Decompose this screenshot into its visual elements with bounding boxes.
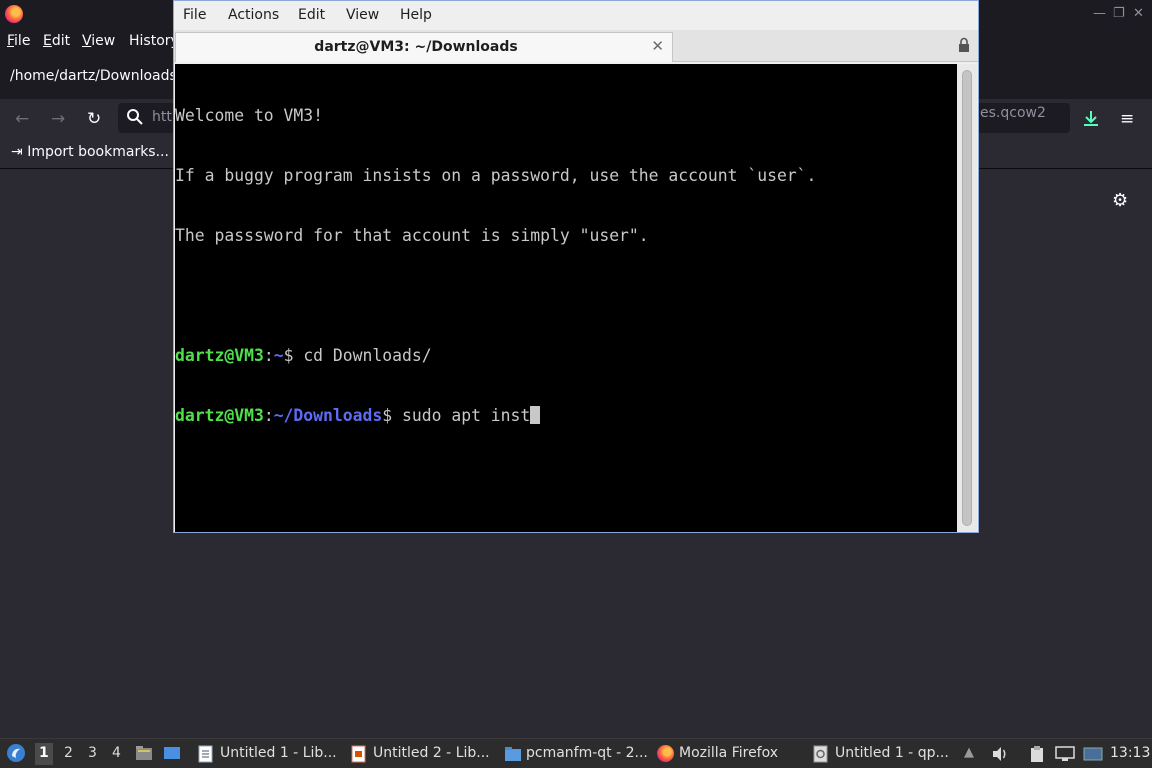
clock[interactable]: 13:13: [1110, 745, 1150, 761]
firefox-icon: [5, 5, 23, 23]
start-menu-icon[interactable]: [6, 743, 26, 763]
clipboard-icon[interactable]: [1029, 745, 1045, 763]
terminal-tab-title: dartz@VM3: ~/Downloads: [314, 39, 518, 55]
output-line: If a buggy program insists on a password…: [175, 166, 817, 185]
taskbar-task-writer[interactable]: Untitled 1 - Lib...: [198, 739, 338, 768]
prompt-command[interactable]: sudo apt inst: [402, 406, 530, 425]
close-icon[interactable]: ✕: [1133, 6, 1144, 21]
path-text: /home/dartz/Downloads/: [10, 68, 182, 84]
taskbar-task-firefox[interactable]: Mozilla Firefox: [657, 739, 797, 768]
workspace-3[interactable]: 3: [88, 745, 97, 761]
prompt-separator: :: [263, 346, 274, 365]
menu-edit[interactable]: Edit: [43, 33, 70, 49]
file-manager-icon[interactable]: [135, 745, 153, 761]
firefox-icon: [657, 745, 674, 762]
terminal-menubar: File Actions Edit View Help: [174, 1, 978, 30]
terminal-output[interactable]: Welcome to VM3! If a buggy program insis…: [175, 64, 957, 532]
url-text[interactable]: htt: [152, 109, 172, 125]
close-tab-icon[interactable]: ✕: [651, 37, 664, 55]
search-icon: [127, 109, 143, 125]
hamburger-menu-icon[interactable]: ≡: [1120, 109, 1134, 129]
impress-document-icon: [351, 745, 366, 763]
import-bookmarks-button[interactable]: ⇥ Import bookmarks...: [11, 144, 169, 160]
text-cursor: [530, 406, 541, 424]
network-icon[interactable]: [1055, 746, 1075, 762]
task-label: pcmanfm-qt - 2...: [526, 745, 648, 761]
reload-icon[interactable]: ↻: [87, 109, 101, 129]
task-label: Mozilla Firefox: [679, 745, 779, 761]
terminal-tab[interactable]: dartz@VM3: ~/Downloads ✕: [175, 32, 673, 62]
volume-icon[interactable]: [991, 746, 1009, 762]
tray-arrow-icon[interactable]: ▲: [964, 745, 974, 760]
folder-icon: [505, 747, 521, 761]
task-label: Untitled 1 - Lib...: [220, 745, 337, 761]
workspace-4[interactable]: 4: [112, 745, 121, 761]
terminal-menu-file[interactable]: File: [183, 7, 206, 23]
prompt-symbol: $: [382, 406, 402, 425]
prompt-command: cd Downloads/: [303, 346, 432, 365]
scrollbar-thumb[interactable]: [962, 70, 972, 526]
show-desktop-icon[interactable]: [163, 745, 181, 761]
output-line: Welcome to VM3!: [175, 106, 324, 125]
terminal-menu-edit[interactable]: Edit: [298, 7, 325, 23]
prompt-separator: :: [263, 406, 274, 425]
menu-file[interactable]: File: [7, 33, 30, 49]
gear-icon[interactable]: ⚙: [1112, 190, 1128, 211]
lock-icon[interactable]: [958, 37, 970, 53]
prompt-path: ~: [273, 346, 284, 365]
qpdfview-icon: [813, 745, 828, 763]
taskbar-task-qpdfview[interactable]: Untitled 1 - qp...: [813, 739, 961, 768]
taskbar-task-impress[interactable]: Untitled 2 - Lib...: [351, 739, 491, 768]
display-icon[interactable]: [1083, 746, 1103, 762]
terminal-window: File Actions Edit View Help dartz@VM3: ~…: [173, 0, 979, 533]
maximize-icon[interactable]: ❐: [1113, 6, 1125, 21]
workspace-2[interactable]: 2: [64, 745, 73, 761]
taskbar-task-pcmanfm[interactable]: pcmanfm-qt - 2...: [504, 739, 649, 768]
terminal-menu-actions[interactable]: Actions: [228, 7, 279, 23]
minimize-icon[interactable]: —: [1093, 6, 1106, 21]
terminal-menu-help[interactable]: Help: [400, 7, 432, 23]
terminal-menu-view[interactable]: View: [346, 7, 379, 23]
forward-arrow-icon[interactable]: →: [51, 109, 65, 129]
back-arrow-icon[interactable]: ←: [15, 109, 29, 129]
prompt-path: ~/Downloads: [273, 406, 383, 425]
prompt-line: dartz@VM3:~/Downloads$ sudo apt inst: [175, 406, 816, 426]
download-filename[interactable]: es.qcow2: [980, 105, 1046, 121]
prompt-user-host: dartz@VM3: [175, 346, 264, 365]
writer-document-icon: [198, 745, 213, 763]
terminal-scrollbar[interactable]: [957, 64, 977, 532]
task-label: Untitled 2 - Lib...: [373, 745, 490, 761]
output-line: The passsword for that account is simply…: [175, 226, 649, 245]
workspace-1[interactable]: 1: [35, 743, 53, 765]
terminal-tabbar: dartz@VM3: ~/Downloads ✕: [174, 30, 978, 62]
prompt-user-host: dartz@VM3: [175, 406, 264, 425]
menu-history[interactable]: History: [129, 33, 179, 49]
menu-view[interactable]: View: [82, 33, 115, 49]
task-label: Untitled 1 - qp...: [835, 745, 949, 761]
taskbar: 1 2 3 4 Untitled 1 - Lib... Untitled 2 -…: [0, 738, 1152, 768]
download-icon[interactable]: [1081, 108, 1101, 128]
prompt-line: dartz@VM3:~$ cd Downloads/: [175, 346, 816, 366]
prompt-symbol: $: [283, 346, 304, 365]
